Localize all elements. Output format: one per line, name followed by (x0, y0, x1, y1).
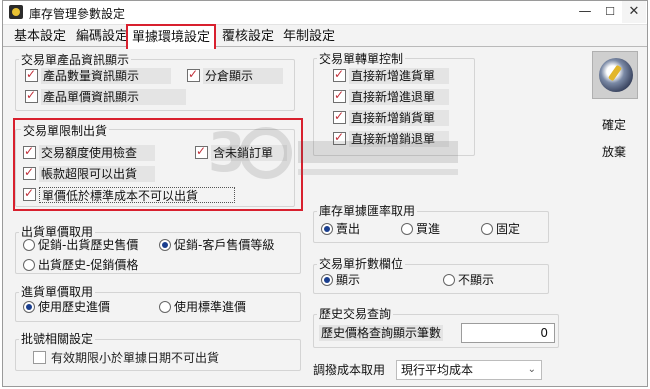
discount-show-radio[interactable] (321, 274, 333, 286)
sale-price-option-2-radio[interactable] (159, 239, 171, 251)
rate-buy-label: 買進 (416, 222, 441, 236)
sale-price-option-1-label: 促銷-出貨歷史售價 (38, 238, 139, 252)
warehouse-display-label: 分倉顯示 (203, 68, 283, 84)
rate-sell-label: 賣出 (336, 222, 361, 236)
purchase-price-standard-label: 使用標準進價 (174, 300, 247, 314)
include-open-orders-label: 含未銷訂單 (211, 145, 287, 161)
sale-price-option-3-label: 出貨歷史-促銷價格 (38, 258, 139, 272)
maximize-button[interactable]: ☐ (598, 1, 622, 23)
new-sales-label: 直接新增銷貨單 (349, 110, 449, 126)
discount-hide-label: 不顯示 (458, 273, 495, 287)
new-purchase-label: 直接新增進貨單 (349, 68, 449, 84)
over-limit-shipping-label: 帳款超限可以出貨 (39, 166, 155, 182)
credit-check-checkbox[interactable] (23, 144, 36, 159)
new-purchase-return-label: 直接新增進退單 (349, 89, 449, 105)
below-cost-block-checkbox[interactable] (23, 186, 36, 201)
close-button[interactable]: ✕ (622, 1, 646, 23)
new-purchase-return-checkbox[interactable] (333, 88, 346, 103)
tab-coding[interactable]: 編碼設定 (71, 27, 133, 47)
tab-document-environment[interactable]: 單據環境設定 (126, 24, 217, 49)
history-title: 歷史交易查詢 (317, 305, 394, 322)
discount-show-label: 顯示 (336, 273, 361, 287)
rate-fixed-radio[interactable] (481, 223, 493, 235)
purchase-price-standard-radio[interactable] (159, 301, 171, 313)
new-sales-return-checkbox[interactable] (333, 130, 346, 145)
new-sales-return-label: 直接新增銷退單 (349, 131, 449, 147)
settings-window: 庫存管理參數設定 — ☐ ✕ 基本設定 編碼設定 單據環境設定 覆核設定 年制設… (2, 0, 648, 387)
credit-check-label: 交易額度使用檢查 (39, 145, 155, 161)
tab-year[interactable]: 年制設定 (278, 27, 340, 47)
sale-price-option-3-radio[interactable] (23, 259, 35, 271)
cost-select[interactable]: 現行平均成本 ⌄ (396, 360, 542, 380)
title-bar: 庫存管理參數設定 — ☐ ✕ (3, 1, 647, 25)
below-cost-block-label: 單價低於標準成本不可以出貨 (39, 187, 235, 203)
transfer-title: 交易單轉單控制 (317, 50, 406, 67)
settings-disc-icon (599, 58, 633, 92)
chevron-down-icon: ⌄ (527, 364, 536, 375)
confirm-button[interactable]: 確定 (591, 115, 637, 135)
expiry-block-label: 有效期限小於單據日期不可出貨 (51, 351, 220, 365)
over-limit-shipping-checkbox[interactable] (23, 165, 36, 180)
product-info-title: 交易單產品資訊顯示 (19, 51, 132, 68)
cancel-button[interactable]: 放棄 (591, 142, 637, 162)
cost-label: 調撥成本取用 (313, 363, 386, 377)
discount-hide-radio[interactable] (443, 274, 455, 286)
tab-bar: 基本設定 編碼設定 單據環境設定 覆核設定 年制設定 (3, 24, 647, 49)
parameter-icon-button[interactable] (592, 51, 638, 99)
tab-basic[interactable]: 基本設定 (9, 27, 71, 47)
rate-buy-radio[interactable] (401, 223, 413, 235)
discount-title: 交易單折數欄位 (317, 255, 406, 272)
product-qty-label: 產品數量資訊顯示 (41, 68, 171, 84)
app-icon (9, 5, 23, 19)
history-count-input[interactable]: 0 (461, 323, 555, 343)
minimize-button[interactable]: — (573, 1, 597, 23)
include-open-orders-checkbox[interactable] (195, 144, 208, 159)
rate-sell-radio[interactable] (321, 223, 333, 235)
product-price-label: 產品單價資訊顯示 (41, 89, 186, 105)
sale-price-option-2-label: 促銷-客戶售價等級 (174, 238, 275, 252)
warehouse-display-checkbox[interactable] (187, 67, 200, 82)
history-count-label: 歷史價格查詢顯示筆數 (319, 325, 444, 341)
tab-review[interactable]: 覆核設定 (217, 27, 279, 47)
cost-select-value: 現行平均成本 (401, 363, 474, 377)
purchase-price-history-label: 使用歷史進價 (38, 300, 111, 314)
sale-price-option-1-radio[interactable] (23, 239, 35, 251)
expiry-block-checkbox[interactable] (33, 351, 46, 364)
rate-fixed-label: 固定 (496, 222, 521, 236)
product-qty-checkbox[interactable] (25, 67, 38, 82)
purchase-price-history-radio[interactable] (23, 301, 35, 313)
new-sales-checkbox[interactable] (333, 109, 346, 124)
window-title: 庫存管理參數設定 (29, 7, 126, 21)
batch-title: 批號相關設定 (19, 330, 96, 347)
new-purchase-checkbox[interactable] (333, 67, 346, 82)
exchange-rate-title: 庫存單據匯率取用 (317, 202, 418, 219)
purchase-price-title: 進貨單價取用 (19, 283, 96, 300)
product-price-checkbox[interactable] (25, 88, 38, 103)
